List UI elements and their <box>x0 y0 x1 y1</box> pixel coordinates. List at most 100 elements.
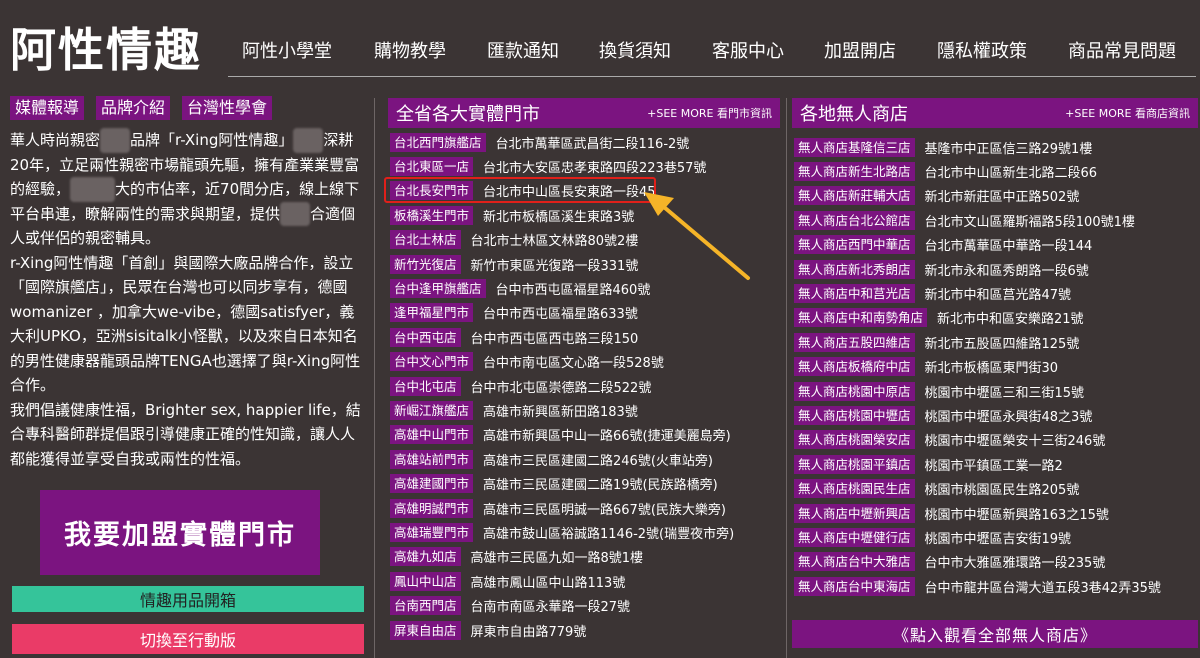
store-row: 屏東自由店 屏東市自由路779號 <box>390 618 782 642</box>
store-name-link[interactable]: 無人商店中和南勢角店 <box>794 308 928 328</box>
tag-media[interactable]: 媒體報導 <box>10 96 85 120</box>
store-name-link[interactable]: 無人商店桃園中壢店 <box>794 405 915 425</box>
store-address: 台中市大雅區雅環路一段235號 <box>924 556 1106 572</box>
store-address: 桃園市平鎮區工業一路2 <box>924 458 1063 474</box>
store-name-link[interactable]: 無人商店中壢健行店 <box>794 527 915 547</box>
store-address: 高雄市鳳山區中山路113號 <box>470 575 626 591</box>
store-name-link[interactable]: 高雄建國門市 <box>390 474 474 494</box>
store-name-link[interactable]: 高雄瑞豐門市 <box>390 522 474 542</box>
store-name-link[interactable]: 無人商店中壢新興店 <box>794 503 915 523</box>
store-name-link[interactable]: 無人商店中和莒光店 <box>794 284 915 304</box>
store-row: 無人商店中壢新興店 桃園市中壢區新興路163之15號 <box>794 501 1198 525</box>
store-address: 台北市萬華區中華路一段144 <box>924 239 1093 255</box>
store-name-link[interactable]: 台中西屯店 <box>390 327 461 347</box>
store-name-link[interactable]: 高雄站前門市 <box>390 449 474 469</box>
store-name-link[interactable]: 無人商店板橋府中店 <box>794 357 915 377</box>
store-name-link[interactable]: 無人商店台北公館店 <box>794 210 915 230</box>
store-row: 高雄明誠門市 高雄市三民區明誠一路667號(民族大樂旁) <box>390 496 782 520</box>
store-name-link[interactable]: 無人商店桃園民生店 <box>794 479 915 499</box>
store-name-link[interactable]: 新竹光復店 <box>390 254 461 274</box>
store-address: 高雄市三民區明誠一路667號(民族大樂旁) <box>483 502 726 518</box>
tag-sexology[interactable]: 台灣性學會 <box>182 96 273 120</box>
store-address: 屏東市自由路779號 <box>470 624 587 640</box>
intro-text-2: r-Xing阿性情趣「首創」與國際大廠品牌合作，設立「國際旗艦店」，民眾在台灣也… <box>10 253 361 395</box>
store-name-link[interactable]: 高雄中山門市 <box>390 425 474 445</box>
nav-item-franchise[interactable]: 加盟開店 <box>824 38 896 66</box>
store-row: 高雄瑞豐門市 高雄市鼓山區裕誠路1146-2號(瑞豐夜市旁) <box>390 520 782 544</box>
store-address: 桃園市中壢區三和三街15號 <box>924 385 1085 401</box>
store-name-link[interactable]: 高雄明誠門市 <box>390 498 474 518</box>
site-logo[interactable]: 阿性情趣 <box>10 22 202 78</box>
store-address: 台中市西屯區西屯路三段150 <box>470 331 639 347</box>
store-row: 鳳山中山店 高雄市鳳山區中山路113號 <box>390 569 782 593</box>
unboxing-button[interactable]: 情趣用品開箱 <box>12 586 364 612</box>
store-name-link[interactable]: 無人商店西門中華店 <box>794 235 915 255</box>
physical-see-more-link[interactable]: +SEE MORE 看門市資訊 <box>647 105 772 121</box>
store-row: 無人商店桃園榮安店 桃園市中壢區榮安十三街246號 <box>794 428 1198 452</box>
store-name-link[interactable]: 台南西門店 <box>390 596 461 616</box>
nav-item-sex-school[interactable]: 阿性小學堂 <box>242 38 332 66</box>
unmanned-see-more-link[interactable]: +SEE MORE 看商店資訊 <box>1065 105 1190 121</box>
store-name-link[interactable]: 無人商店五股四維店 <box>794 332 915 352</box>
left-column: 媒體報導 品牌介紹 台灣性學會 華人時尚親密＿＿品牌「r-Xing阿性情趣」＿＿… <box>10 96 364 471</box>
store-row: 無人商店新北秀朗店 新北市永和區秀朗路一段6號 <box>794 257 1198 281</box>
nav-item-customer-service[interactable]: 客服中心 <box>712 38 784 66</box>
nav-item-remittance[interactable]: 匯款通知 <box>487 38 559 66</box>
redacted-blur: ＿＿ <box>293 128 324 153</box>
store-address: 高雄市三民區九如一路8號1樓 <box>470 551 644 567</box>
store-name-link[interactable]: 無人商店桃園中原店 <box>794 381 915 401</box>
store-row: 無人商店桃園民生店 桃園市桃園區民生路205號 <box>794 476 1198 500</box>
store-name-link[interactable]: 台北東區一店 <box>390 157 474 177</box>
store-name-link[interactable]: 台北士林店 <box>390 230 461 250</box>
unmanned-stores-header: 各地無人商店 +SEE MORE 看商店資訊 <box>792 98 1198 128</box>
store-address: 台中市南屯區文心路一段528號 <box>483 356 664 372</box>
store-row: 無人商店中壢健行店 桃園市中壢區吉安街19號 <box>794 525 1198 549</box>
store-row: 無人商店台中東海店 台中市龍井區台灣大道五段3巷42弄35號 <box>794 574 1198 598</box>
store-row: 高雄建國門市 高雄市三民區建國二路19號(民族路橋旁) <box>390 471 782 495</box>
intro-text-3: 我們倡議健康性福，Brighter sex, happier life，結合專科… <box>10 400 361 468</box>
unmanned-stores-title: 各地無人商店 <box>800 104 908 125</box>
store-name-link[interactable]: 鳳山中山店 <box>390 571 461 591</box>
store-address: 台中市西屯區福星路460號 <box>495 283 651 299</box>
mobile-version-button[interactable]: 切換至行動版 <box>12 624 364 654</box>
store-row: 無人商店桃園平鎮店 桃園市平鎮區工業一路2 <box>794 452 1198 476</box>
store-address: 新北市板橋區東門街30 <box>924 361 1059 377</box>
store-name-link[interactable]: 無人商店新生北路店 <box>794 162 915 182</box>
store-address: 台中市西屯區福星路633號 <box>483 307 638 323</box>
store-name-link[interactable]: 無人商店新北秀朗店 <box>794 259 915 279</box>
store-name-link[interactable]: 無人商店台中東海店 <box>794 576 915 596</box>
store-name-link[interactable]: 新崛江旗艦店 <box>390 400 474 420</box>
store-name-link[interactable]: 無人商店桃園榮安店 <box>794 430 915 450</box>
store-address: 桃園市中壢區新興路163之15號 <box>924 507 1109 523</box>
join-franchise-button[interactable]: 我要加盟實體門市 <box>40 490 320 575</box>
store-address: 新北市永和區秀朗路一段6號 <box>924 263 1089 279</box>
store-name-link[interactable]: 無人商店台中大雅店 <box>794 552 915 572</box>
store-row: 高雄九如店 高雄市三民區九如一路8號1樓 <box>390 545 782 569</box>
store-name-link[interactable]: 台北西門旗艦店 <box>390 132 486 152</box>
store-name-link[interactable]: 台中逢甲旗艦店 <box>390 279 486 299</box>
store-name-link[interactable]: 無人商店桃園平鎮店 <box>794 454 915 474</box>
physical-stores-header: 全省各大實體門市 +SEE MORE 看門市資訊 <box>388 98 780 128</box>
nav-item-privacy[interactable]: 隱私權政策 <box>937 38 1027 66</box>
nav-item-shopping-guide[interactable]: 購物教學 <box>374 38 446 66</box>
nav-item-exchange[interactable]: 換貨須知 <box>599 38 671 66</box>
redacted-blur: ＿＿ <box>280 201 311 226</box>
store-name-link[interactable]: 屏東自由店 <box>390 620 461 640</box>
store-name-link[interactable]: 台中北屯店 <box>390 376 461 396</box>
store-name-link[interactable]: 逢甲福星門市 <box>390 303 474 323</box>
see-all-unmanned-button[interactable]: 《點入觀看全部無人商店》 <box>792 620 1198 648</box>
column-divider <box>786 98 787 658</box>
store-name-link[interactable]: 台中文心門市 <box>390 352 474 372</box>
store-name-link[interactable]: 板橋溪生門市 <box>390 205 474 225</box>
column-divider <box>374 98 375 658</box>
store-name-link[interactable]: 無人商店新莊輔大店 <box>794 186 915 206</box>
store-address: 台北市士林區文林路80號2樓 <box>470 234 639 250</box>
store-name-link[interactable]: 無人商店基隆信三店 <box>794 137 915 157</box>
store-address: 高雄市三民區建國二路19號(民族路橋旁) <box>483 478 718 494</box>
store-address: 新北市中和區安樂路21號 <box>937 312 1084 328</box>
tag-brand[interactable]: 品牌介紹 <box>96 96 171 120</box>
nav-item-faq[interactable]: 商品常見問題 <box>1068 38 1176 66</box>
store-address: 台北市中山區新生北路二段66 <box>924 166 1098 182</box>
store-name-link[interactable]: 高雄九如店 <box>390 547 461 567</box>
store-address: 高雄市新興區新田路183號 <box>483 404 638 420</box>
